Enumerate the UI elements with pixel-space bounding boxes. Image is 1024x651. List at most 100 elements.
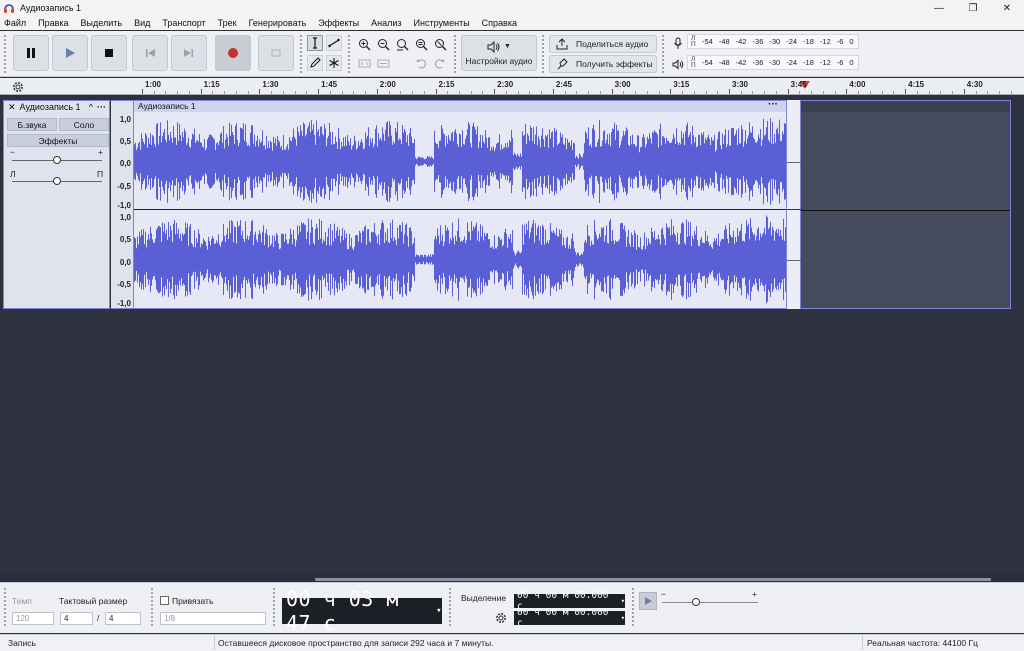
- zoom-toggle-button[interactable]: [432, 36, 448, 52]
- time-sig-grip[interactable]: [3, 587, 7, 627]
- snap-select[interactable]: 1/8: [160, 612, 266, 625]
- draw-tool[interactable]: [307, 55, 323, 71]
- menu-file[interactable]: Файл: [2, 18, 28, 28]
- fit-project-button[interactable]: [413, 36, 429, 52]
- menu-effects[interactable]: Эффекты: [316, 18, 361, 28]
- time-display[interactable]: 00 ч 03 м 47 с ▾: [282, 587, 442, 635]
- get-effects-button[interactable]: Получить эффекты: [549, 55, 657, 73]
- menu-edit[interactable]: Правка: [36, 18, 70, 28]
- ruler-minor-tick: [235, 91, 237, 94]
- undo-button[interactable]: [413, 55, 429, 71]
- share-grip[interactable]: [541, 34, 545, 74]
- mute-button[interactable]: Б.звука: [7, 118, 57, 131]
- play-speed-knob[interactable]: [691, 598, 700, 606]
- ruler-minor-tick: [940, 91, 942, 94]
- record-button[interactable]: [215, 35, 251, 71]
- ruler-tick: [963, 89, 965, 94]
- timeline-settings-button[interactable]: [10, 79, 25, 94]
- loop-button[interactable]: [258, 35, 294, 71]
- skip-to-end-button[interactable]: [171, 35, 207, 71]
- time-grip[interactable]: [272, 587, 276, 627]
- ruler-minor-tick: [822, 91, 824, 94]
- amplitude-scale[interactable]: 1,0 0,5 0,0 -0,5 -1,0 1,0 0,5 0,0 -0,5 -…: [111, 100, 133, 309]
- gain-slider[interactable]: [12, 156, 102, 164]
- effects-button[interactable]: Эффекты: [7, 134, 109, 147]
- ruler-tick-label: 1:15: [203, 80, 220, 89]
- pan-slider-knob[interactable]: [53, 177, 61, 185]
- envelope-tool[interactable]: [326, 35, 342, 51]
- snap-checkbox[interactable]: [160, 596, 169, 605]
- redo-button[interactable]: [432, 55, 448, 71]
- track-name[interactable]: Аудиозапись 1: [20, 102, 89, 112]
- audio-setup-button[interactable]: ▼ Настройки аудио: [461, 35, 537, 71]
- window-title: Аудиозапись 1: [20, 3, 82, 13]
- menu-tracks[interactable]: Трек: [216, 18, 239, 28]
- record-meter-button[interactable]: [670, 35, 686, 51]
- tools-grip[interactable]: [299, 34, 303, 74]
- close-track-button[interactable]: ✕: [8, 102, 16, 113]
- skip-to-start-button[interactable]: [132, 35, 168, 71]
- zoom-out-button[interactable]: [375, 36, 391, 52]
- silence-audio-button[interactable]: [375, 55, 391, 71]
- selection-settings-button[interactable]: [493, 610, 509, 626]
- ruler-minor-tick: [224, 91, 226, 94]
- collapse-track-button[interactable]: ^: [89, 102, 93, 112]
- ruler-minor-tick: [541, 91, 543, 94]
- ruler-minor-tick: [341, 91, 343, 94]
- playback-level-meter[interactable]: Л П -54 -48 -42 -36 -30 -24 -18 -12 -6 0: [687, 55, 859, 70]
- toolbar-grip[interactable]: [3, 34, 7, 74]
- trim-audio-button[interactable]: [356, 55, 372, 71]
- play-button[interactable]: [52, 35, 88, 71]
- menu-analyze[interactable]: Анализ: [369, 18, 403, 28]
- selection-grip[interactable]: [448, 587, 452, 627]
- close-window-button[interactable]: ✕: [990, 0, 1024, 16]
- track-menu-button[interactable]: ···: [97, 102, 106, 112]
- meter-grip[interactable]: [661, 34, 665, 74]
- minimize-button[interactable]: —: [922, 0, 956, 16]
- ruler-minor-tick: [588, 91, 590, 94]
- track-area[interactable]: ✕ Аудиозапись 1 ^ ··· Б.звука Соло Эффек…: [0, 96, 1024, 574]
- ruler-tick: [787, 89, 789, 94]
- record-meter-scale: -54 -48 -42 -36 -30 -24 -18 -12 -6 0: [702, 37, 854, 46]
- menu-transport[interactable]: Транспорт: [160, 18, 207, 28]
- restore-button[interactable]: ❐: [956, 0, 990, 16]
- time-display-value: 00 ч 03 м 47 с: [286, 587, 399, 635]
- gain-slider-knob[interactable]: [53, 156, 61, 164]
- scale-label: -0,5: [117, 182, 131, 191]
- empty-track-region[interactable]: [801, 100, 1011, 309]
- zoom-in-button[interactable]: [356, 36, 372, 52]
- play-at-speed-button[interactable]: [639, 592, 657, 610]
- time-sig-numerator[interactable]: 4: [60, 612, 93, 625]
- tempo-input[interactable]: 120: [12, 612, 54, 625]
- menu-generate[interactable]: Генерировать: [247, 18, 309, 28]
- ruler-minor-tick: [529, 91, 531, 94]
- clip-header[interactable]: Аудиозапись 1 ···: [134, 99, 786, 112]
- multi-tool[interactable]: [326, 55, 342, 71]
- stop-button[interactable]: [91, 35, 127, 71]
- play-speed-grip[interactable]: [631, 587, 635, 627]
- pan-slider[interactable]: [12, 177, 102, 185]
- menu-view[interactable]: Вид: [132, 18, 152, 28]
- timeline-ruler[interactable]: 1:00 1:15 1:30 1:45 2:00 2:15 2:30 2:45 3:00 3:15…: [0, 78, 1024, 95]
- menu-help[interactable]: Справка: [480, 18, 519, 28]
- edit-grip[interactable]: [347, 34, 351, 74]
- selection-end-time[interactable]: 00 ч 00 м 00.000 с ▾: [514, 607, 625, 629]
- playback-meter-button[interactable]: [670, 56, 686, 72]
- snap-grip[interactable]: [150, 587, 154, 627]
- record-level-meter[interactable]: Л П -54 -48 -42 -36 -30 -24 -18 -12 -6 0: [687, 34, 859, 49]
- selection-start-time[interactable]: 00 ч 00 м 00.000 с ▾: [514, 590, 625, 612]
- clip-menu-button[interactable]: ···: [768, 99, 778, 110]
- ruler-minor-tick: [646, 91, 648, 94]
- selection-tool[interactable]: [307, 35, 323, 51]
- time-sig-denominator[interactable]: 4: [105, 612, 141, 625]
- solo-button[interactable]: Соло: [59, 118, 109, 131]
- fit-selection-button[interactable]: [394, 36, 410, 52]
- horizontal-scrollbar[interactable]: [315, 578, 991, 581]
- play-speed-slider[interactable]: [662, 598, 758, 606]
- audio-setup-grip[interactable]: [453, 34, 457, 74]
- share-audio-button[interactable]: Поделиться аудио: [549, 35, 657, 53]
- pause-button[interactable]: [13, 35, 49, 71]
- menu-tools[interactable]: Инструменты: [412, 18, 472, 28]
- menu-select[interactable]: Выделить: [79, 18, 125, 28]
- audio-clip[interactable]: Аудиозапись 1 ···: [133, 99, 787, 309]
